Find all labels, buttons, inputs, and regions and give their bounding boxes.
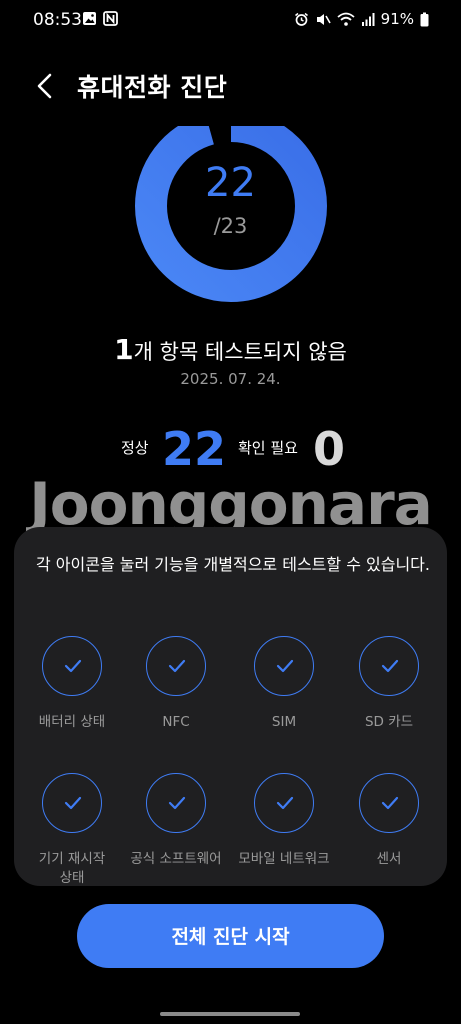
test-panel: 각 아이콘을 눌러 기능을 개별적으로 테스트할 수 있습니다. 배터리 상태 … xyxy=(14,527,447,886)
start-full-diagnosis-button[interactable]: 전체 진단 시작 xyxy=(77,904,384,968)
check-icon xyxy=(64,659,82,673)
normal-label: 정상 xyxy=(121,439,149,457)
mute-icon xyxy=(316,13,331,25)
untested-text: 개 항목 테스트되지 않음 xyxy=(133,340,347,364)
panel-instruction: 각 아이콘을 눌러 기능을 개별적으로 테스트할 수 있습니다. xyxy=(36,555,430,574)
check-icon xyxy=(64,796,82,810)
check-icon xyxy=(381,796,399,810)
status-time: 08:53 xyxy=(33,10,82,30)
check-icon xyxy=(276,796,294,810)
image-icon xyxy=(83,12,96,25)
test-item-sd-card[interactable]: SD 카드 xyxy=(335,636,443,732)
battery-percent: 91% xyxy=(380,10,414,28)
test-item-sim[interactable]: SIM xyxy=(230,636,338,732)
nfc-icon xyxy=(103,11,118,26)
test-item-label: 센서 xyxy=(376,851,402,867)
score-value: 22 xyxy=(205,160,256,206)
test-item-label: NFC xyxy=(162,714,190,730)
wifi-icon xyxy=(337,12,355,26)
test-item-official-software[interactable]: 공식 소프트웨어 xyxy=(122,773,230,869)
score-total: /23 xyxy=(213,214,248,238)
check-icon xyxy=(381,659,399,673)
test-item-sensor[interactable]: 센서 xyxy=(335,773,443,869)
progress-ring-fill xyxy=(135,126,327,302)
check-icon xyxy=(276,659,294,673)
test-item-label: SD 카드 xyxy=(364,714,414,730)
check-needed-value: 0 xyxy=(313,422,346,476)
check-icon xyxy=(168,796,186,810)
test-item-nfc[interactable]: NFC xyxy=(122,636,230,732)
alarm-icon xyxy=(294,12,308,26)
test-item-restart[interactable]: 기기 재시작 상태 xyxy=(18,773,126,888)
page-title: 휴대전화 진단 xyxy=(77,73,228,102)
test-item-battery[interactable]: 배터리 상태 xyxy=(18,636,126,732)
test-item-label: 배터리 상태 xyxy=(38,714,106,730)
test-item-label: 모바일 네트워크 xyxy=(238,851,330,867)
check-icon xyxy=(168,659,186,673)
home-indicator[interactable] xyxy=(160,1012,300,1016)
chevron-left-icon xyxy=(37,73,52,99)
status-bar: 08:53 91% xyxy=(0,0,461,40)
test-item-label: SIM xyxy=(271,714,297,730)
test-item-label: 공식 소프트웨어 xyxy=(130,851,222,867)
signal-icon xyxy=(361,12,375,26)
test-item-mobile-network[interactable]: 모바일 네트워크 xyxy=(230,773,338,869)
battery-icon xyxy=(420,12,429,26)
back-button[interactable] xyxy=(28,68,64,104)
test-item-label: 기기 재시작 상태 xyxy=(38,851,106,886)
untested-summary: 1개 항목 테스트되지 않음 xyxy=(0,333,461,366)
normal-value: 22 xyxy=(162,422,227,476)
app-bar: 휴대전화 진단 xyxy=(0,60,461,112)
check-needed-label: 확인 필요 xyxy=(238,439,298,457)
untested-count: 1 xyxy=(114,333,134,366)
diagnosis-date: 2025. 07. 24. xyxy=(180,370,281,388)
